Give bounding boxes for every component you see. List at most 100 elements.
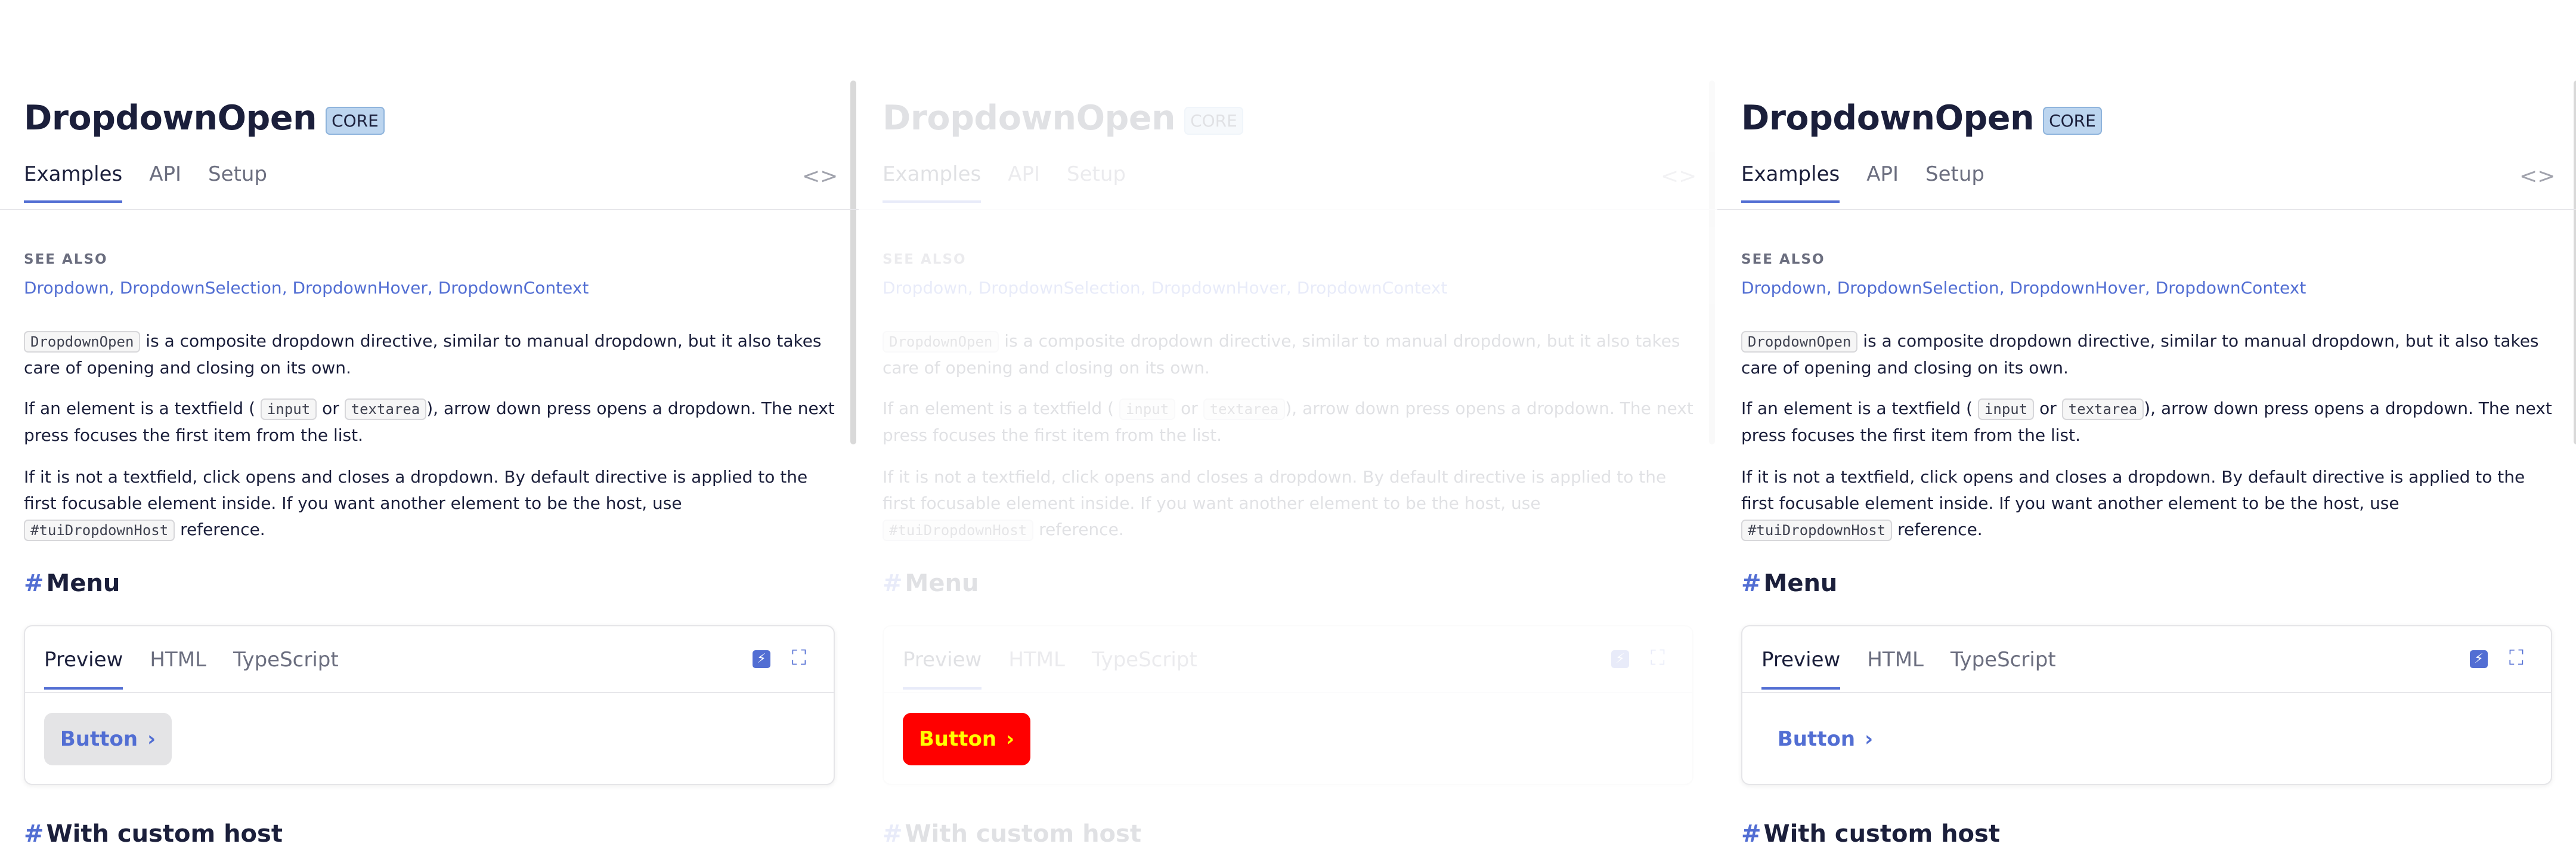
section-title: Menu: [905, 570, 979, 597]
paragraph-text: If it is not a textfield, click opens an…: [1741, 467, 2525, 513]
inline-code: #tuiDropdownHost: [24, 520, 175, 541]
paragraph-text: If an element is a textfield (: [883, 398, 1114, 418]
inline-code: textarea: [2061, 398, 2144, 420]
tab-examples[interactable]: Examples: [24, 162, 123, 203]
code-icon[interactable]: <>: [1661, 164, 1696, 189]
paragraph-text: is a composite dropdown directive, simil…: [1741, 331, 2539, 378]
scrollbar[interactable]: [1709, 81, 1715, 444]
paragraph-text: If it is not a textfield, click opens an…: [24, 467, 808, 513]
anchor-hash[interactable]: #: [1741, 820, 1761, 848]
inline-code: input: [1977, 398, 2035, 420]
link-dropdown-context[interactable]: DropdownContext: [438, 278, 589, 298]
core-badge: CORE: [326, 106, 385, 135]
tab-setup[interactable]: Setup: [1067, 162, 1126, 203]
section-heading-custom-host: # With custom host: [24, 820, 283, 848]
code-icon[interactable]: <>: [2519, 164, 2555, 189]
tab-html[interactable]: HTML: [1867, 648, 1924, 690]
panel-faded-state: DropdownOpen CORE Examples API Setup <> …: [859, 0, 1717, 859]
description-paragraph-2: If an element is a textfield ( input or …: [24, 395, 835, 449]
tab-html[interactable]: HTML: [150, 648, 206, 690]
paragraph-text: or: [322, 398, 339, 418]
tab-api[interactable]: API: [149, 162, 181, 203]
tab-typescript[interactable]: TypeScript: [233, 648, 339, 690]
fullscreen-icon[interactable]: ⛶: [1651, 648, 1665, 668]
panel-hover-state: DropdownOpen CORE Examples API Setup <> …: [0, 0, 859, 859]
divider: [1717, 209, 2576, 210]
see-also-links: Dropdown, DropdownSelection, DropdownHov…: [1741, 278, 2306, 298]
link-dropdown-context[interactable]: DropdownContext: [2156, 278, 2306, 298]
link-dropdown-selection[interactable]: DropdownSelection: [1837, 278, 1999, 298]
link-dropdown[interactable]: Dropdown: [24, 278, 109, 298]
link-dropdown-selection[interactable]: DropdownSelection: [120, 278, 282, 298]
menu-button[interactable]: Button ›: [1761, 713, 1889, 765]
tab-api[interactable]: API: [1008, 162, 1040, 203]
tab-html[interactable]: HTML: [1008, 648, 1065, 690]
section-heading-custom-host: # With custom host: [1741, 820, 2000, 848]
link-dropdown[interactable]: Dropdown: [883, 278, 968, 298]
section-title: Menu: [46, 570, 120, 597]
fullscreen-icon[interactable]: ⛶: [2509, 648, 2524, 668]
section-title: Menu: [1763, 570, 1838, 597]
menu-button[interactable]: Button ›: [44, 713, 172, 765]
section-heading-menu: # Menu: [1741, 570, 1837, 597]
page-title: DropdownOpen: [24, 98, 317, 138]
link-dropdown-hover[interactable]: DropdownHover: [293, 278, 428, 298]
anchor-hash[interactable]: #: [24, 820, 44, 848]
anchor-hash[interactable]: #: [1741, 570, 1761, 597]
code-icon[interactable]: <>: [802, 164, 838, 189]
page-header: DropdownOpen CORE: [883, 98, 1243, 138]
paragraph-text: reference.: [1039, 520, 1124, 539]
description-paragraph-2: If an element is a textfield ( input or …: [883, 395, 1693, 449]
section-title: With custom host: [1763, 820, 2000, 848]
tab-preview[interactable]: Preview: [44, 648, 123, 690]
see-also-links: Dropdown, DropdownSelection, DropdownHov…: [24, 278, 589, 298]
scrollbar[interactable]: [850, 81, 856, 444]
example-tabs: Preview HTML TypeScript: [1761, 648, 2083, 690]
tab-setup[interactable]: Setup: [208, 162, 267, 203]
tab-api[interactable]: API: [1866, 162, 1899, 203]
anchor-hash[interactable]: #: [883, 820, 903, 848]
chevron-right-icon: ›: [1006, 727, 1015, 751]
link-dropdown-selection[interactable]: DropdownSelection: [979, 278, 1141, 298]
stackblitz-icon[interactable]: ⚡: [753, 650, 770, 668]
see-also-links: Dropdown, DropdownSelection, DropdownHov…: [883, 278, 1448, 298]
tab-examples[interactable]: Examples: [1741, 162, 1840, 203]
paragraph-text: reference.: [1897, 520, 1983, 539]
anchor-hash[interactable]: #: [883, 570, 903, 597]
example-tabs: Preview HTML TypeScript: [903, 648, 1224, 690]
paragraph-text: is a composite dropdown directive, simil…: [24, 331, 822, 378]
stackblitz-icon[interactable]: ⚡: [2470, 650, 2488, 668]
tab-examples[interactable]: Examples: [883, 162, 982, 203]
link-dropdown[interactable]: Dropdown: [1741, 278, 1826, 298]
anchor-hash[interactable]: #: [24, 570, 44, 597]
see-also-heading: SEE ALSO: [24, 252, 108, 267]
description-paragraph-2: If an element is a textfield ( input or …: [1741, 395, 2552, 449]
see-also-heading: SEE ALSO: [1741, 252, 1825, 267]
tab-typescript[interactable]: TypeScript: [1950, 648, 2056, 690]
stackblitz-icon[interactable]: ⚡: [1611, 650, 1629, 668]
paragraph-text: is a composite dropdown directive, simil…: [883, 331, 1680, 378]
tab-typescript[interactable]: TypeScript: [1092, 648, 1197, 690]
paragraph-text: If an element is a textfield (: [1741, 398, 1973, 418]
example-tabs: Preview HTML TypeScript: [44, 648, 366, 690]
inline-code: #tuiDropdownHost: [883, 520, 1034, 541]
see-also-heading: SEE ALSO: [883, 252, 967, 267]
link-dropdown-context[interactable]: DropdownContext: [1297, 278, 1448, 298]
description-paragraph-1: DropdownOpen is a composite dropdown dir…: [1741, 328, 2552, 381]
menu-button[interactable]: Button ›: [903, 713, 1030, 765]
link-dropdown-hover[interactable]: DropdownHover: [2010, 278, 2145, 298]
paragraph-text: If it is not a textfield, click opens an…: [883, 467, 1667, 513]
fullscreen-icon[interactable]: ⛶: [792, 648, 806, 668]
inline-code: DropdownOpen: [24, 331, 141, 353]
button-label: Button: [60, 727, 138, 751]
tab-preview[interactable]: Preview: [1761, 648, 1841, 690]
page-header: DropdownOpen CORE: [1741, 98, 2102, 138]
link-dropdown-hover[interactable]: DropdownHover: [1151, 278, 1286, 298]
divider: [25, 692, 834, 693]
section-heading-custom-host: # With custom host: [883, 820, 1141, 848]
inline-code: #tuiDropdownHost: [1741, 520, 1893, 541]
description-paragraph-1: DropdownOpen is a composite dropdown dir…: [24, 328, 835, 381]
tab-preview[interactable]: Preview: [903, 648, 982, 690]
tab-setup[interactable]: Setup: [1925, 162, 1984, 203]
scrollbar[interactable]: [2574, 81, 2576, 444]
